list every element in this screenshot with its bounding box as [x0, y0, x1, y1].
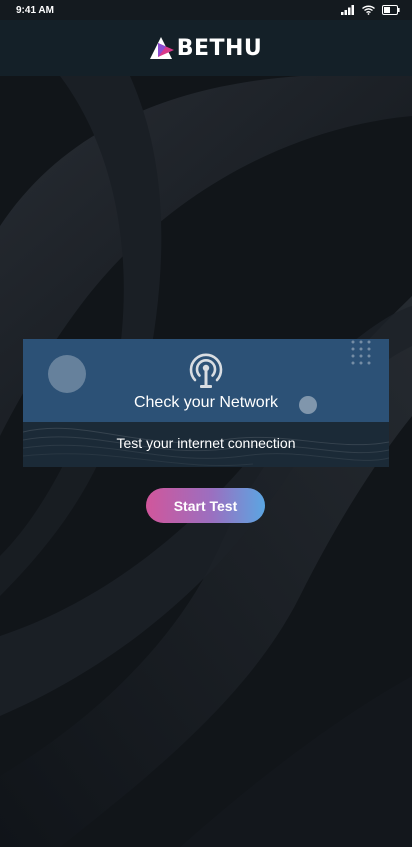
status-bar: 9:41 AM — [0, 0, 412, 20]
start-test-button[interactable]: Start Test — [146, 488, 265, 523]
status-time: 9:41 AM — [16, 4, 54, 16]
network-check-card: Check your Network Test your internet co… — [23, 339, 389, 467]
wifi-icon — [362, 5, 375, 15]
card-subtitle: Test your internet connection — [116, 435, 296, 451]
logo-text: BETHU — [176, 35, 263, 61]
app-header: BETHU — [0, 20, 412, 76]
battery-icon — [382, 5, 400, 15]
broadcast-tower-icon — [189, 353, 223, 388]
app-logo: BETHU — [149, 35, 263, 61]
dot-grid-decoration — [351, 340, 371, 365]
card-title: Check your Network — [133, 394, 279, 411]
triangle-logo-mark-icon — [149, 37, 174, 59]
decorative-bubble-large — [48, 355, 86, 393]
signal-icon — [341, 5, 354, 15]
status-icons — [341, 5, 400, 15]
